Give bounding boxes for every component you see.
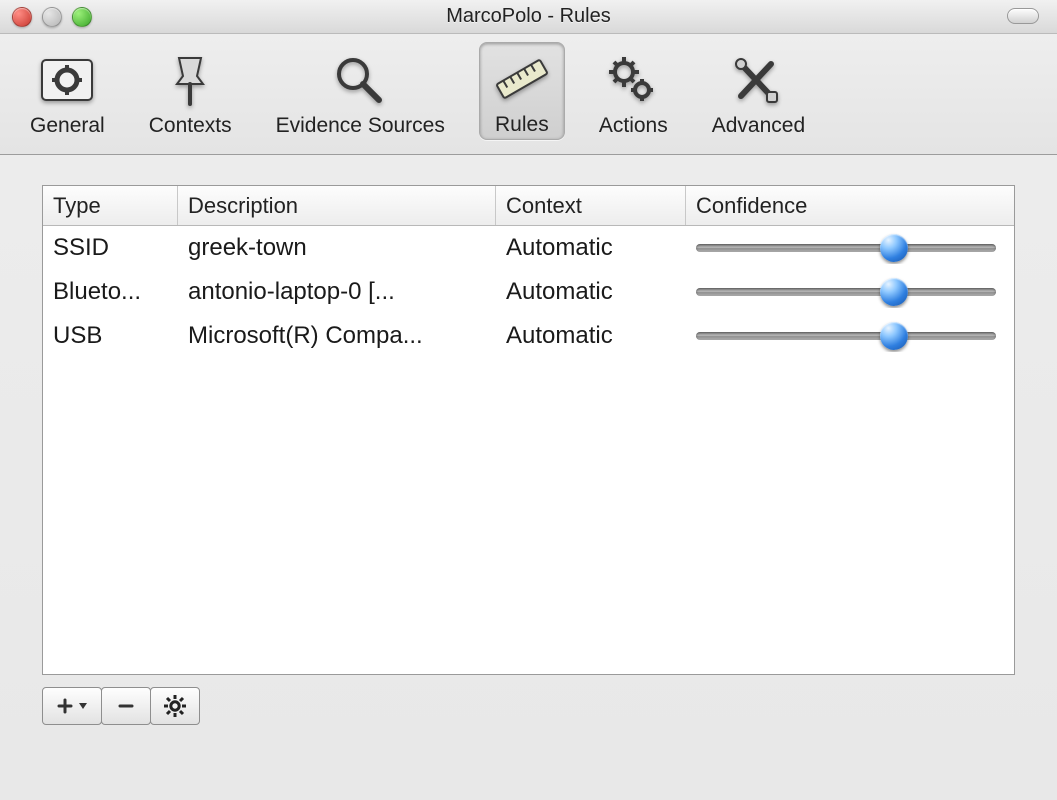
toolbar-item-advanced[interactable]: Advanced	[702, 44, 815, 140]
slider-track	[696, 244, 996, 252]
toolbar-label: Advanced	[712, 114, 805, 138]
tools-icon	[726, 50, 790, 110]
ruler-icon	[490, 49, 554, 109]
confidence-slider[interactable]	[696, 278, 996, 306]
minimize-button[interactable]	[42, 7, 62, 27]
cell-description: antonio-laptop-0 [...	[178, 276, 496, 308]
titlebar: MarcoPolo - Rules	[0, 0, 1057, 34]
toolbar-item-evidence-sources[interactable]: Evidence Sources	[266, 44, 455, 140]
toolbar-label: Rules	[495, 113, 549, 137]
content-area: Type Description Context Confidence SSID…	[0, 155, 1057, 735]
magnifier-icon	[328, 50, 392, 110]
column-header-description[interactable]: Description	[178, 186, 496, 225]
cell-context: Automatic	[496, 320, 686, 352]
table-body: SSIDgreek-townAutomaticBlueto...antonio-…	[43, 226, 1014, 674]
toolbar-label: Evidence Sources	[276, 114, 445, 138]
table-row[interactable]: Blueto...antonio-laptop-0 [...Automatic	[43, 270, 1014, 314]
slider-thumb[interactable]	[880, 278, 908, 306]
table-header: Type Description Context Confidence	[43, 186, 1014, 226]
toolbar-item-general[interactable]: General	[20, 44, 115, 140]
gears-icon	[601, 50, 665, 110]
toolbar-label: General	[30, 114, 105, 138]
cell-type: Blueto...	[43, 276, 178, 308]
toolbar-item-actions[interactable]: Actions	[589, 44, 678, 140]
toolbar-label: Contexts	[149, 114, 232, 138]
table-row[interactable]: SSIDgreek-townAutomatic	[43, 226, 1014, 270]
cell-confidence	[686, 276, 1014, 308]
add-rule-button[interactable]	[42, 687, 102, 725]
cell-type: USB	[43, 320, 178, 352]
pushpin-icon	[158, 50, 222, 110]
traffic-lights	[12, 7, 92, 27]
table-row[interactable]: USBMicrosoft(R) Compa...Automatic	[43, 314, 1014, 358]
window: MarcoPolo - Rules General Contexts Evide…	[0, 0, 1057, 800]
column-header-type[interactable]: Type	[43, 186, 178, 225]
rules-table: Type Description Context Confidence SSID…	[42, 185, 1015, 675]
cell-type: SSID	[43, 232, 178, 264]
cell-description: Microsoft(R) Compa...	[178, 320, 496, 352]
confidence-slider[interactable]	[696, 322, 996, 350]
close-button[interactable]	[12, 7, 32, 27]
window-title: MarcoPolo - Rules	[446, 5, 611, 28]
confidence-slider[interactable]	[696, 234, 996, 262]
slider-track	[696, 288, 996, 296]
slider-thumb[interactable]	[880, 322, 908, 350]
minus-icon	[116, 696, 136, 716]
cell-confidence	[686, 320, 1014, 352]
cell-description: greek-town	[178, 232, 496, 264]
remove-rule-button[interactable]	[101, 687, 151, 725]
zoom-button[interactable]	[72, 7, 92, 27]
toolbar-item-contexts[interactable]: Contexts	[139, 44, 242, 140]
column-header-context[interactable]: Context	[496, 186, 686, 225]
slider-track	[696, 332, 996, 340]
column-header-confidence[interactable]: Confidence	[686, 186, 1014, 225]
settings-button[interactable]	[150, 687, 200, 725]
plus-icon	[55, 696, 89, 716]
cell-confidence	[686, 232, 1014, 264]
slider-thumb[interactable]	[880, 234, 908, 262]
toolbar: General Contexts Evidence Sources Rules	[0, 34, 1057, 155]
toolbar-item-rules[interactable]: Rules	[479, 42, 565, 140]
toolbar-label: Actions	[599, 114, 668, 138]
toolbar-toggle-button[interactable]	[1007, 8, 1039, 24]
switch-slider-icon	[35, 50, 99, 110]
gear-icon	[163, 694, 187, 718]
footer-controls	[42, 687, 1015, 725]
cell-context: Automatic	[496, 276, 686, 308]
cell-context: Automatic	[496, 232, 686, 264]
